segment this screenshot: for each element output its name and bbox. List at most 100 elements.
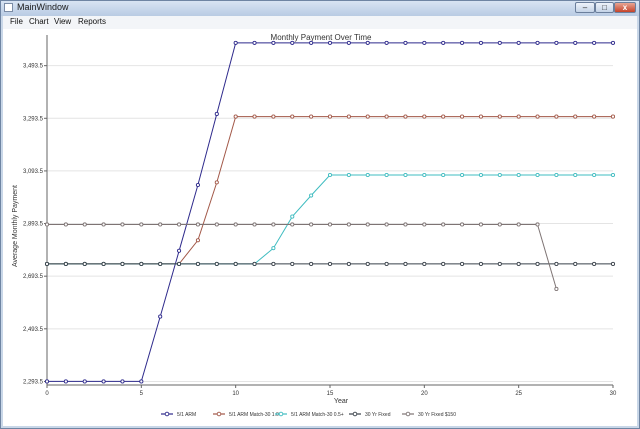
data-point [403,222,408,227]
x-tick-label: 10 [232,391,239,397]
data-point [309,222,314,227]
x-tick-label: 15 [327,391,334,397]
app-icon [4,3,13,12]
data-point [535,222,540,227]
data-point [365,222,370,227]
data-point [44,222,50,227]
legend-label: 5/1 ARM [177,412,196,418]
data-point [271,261,276,266]
data-point [327,40,333,45]
data-point [63,261,68,266]
axes: 2,293.5 2,493.5 2,693.5 2,893.5 3,093.5 3,293… [23,35,617,397]
data-point [346,222,351,227]
series-line [47,116,613,265]
data-point [478,114,483,119]
y-tick-label: 3,293.5 [23,116,44,122]
data-point [460,114,465,119]
data-point [327,261,333,266]
legend: 5/1 ARM 5/1 ARM Match-30 1.0+ 5/1 ARM Matc… [161,411,456,418]
data-point [309,193,314,198]
data-point [497,172,502,178]
data-point [290,114,295,119]
menu-view[interactable]: View [54,17,71,26]
x-tick-label: 0 [45,391,49,397]
title-bar[interactable]: MainWindow – □ x [1,1,639,16]
data-point [535,261,540,266]
data-point [516,114,521,119]
data-point [309,40,314,45]
legend-marker [352,411,358,417]
data-point [346,172,351,178]
data-point [271,114,276,119]
legend-label: 30 Yr Fixed $150 [418,412,456,418]
data-point [441,261,446,266]
window-title: MainWindow [17,2,69,12]
data-point [271,246,276,251]
data-point [346,261,351,266]
y-tick-label: 2,493.5 [23,327,44,333]
chart-area: 2,293.5 2,493.5 2,693.5 2,893.5 3,093.5 3,293… [3,29,637,426]
data-point [610,261,616,266]
data-point [554,286,559,291]
data-point [195,222,200,227]
data-point [384,114,389,119]
data-point [554,172,559,178]
data-point [365,40,370,45]
data-point [384,222,389,227]
data-point [101,379,106,384]
series-0 [44,40,616,384]
data-point [82,379,87,384]
series-line [47,42,613,382]
data-point [327,222,333,227]
menu-chart[interactable]: Chart [29,17,49,26]
data-point [478,222,483,227]
data-point [573,40,578,45]
legend-label: 5/1 ARM Match-30 0.5+ [291,412,344,418]
data-point [535,172,540,178]
data-point [63,379,68,384]
legend-label: 5/1 ARM Match-30 1.0+ [229,412,282,418]
data-point [516,172,521,178]
data-point [271,222,276,227]
y-tick-label: 2,893.5 [23,222,44,228]
series-1 [44,114,616,266]
data-point [610,40,616,45]
data-point [233,222,238,227]
data-point [403,114,408,119]
legend-item: 5/1 ARM [161,411,196,418]
data-point [214,180,219,185]
data-point [120,261,125,266]
chart-title: Monthly Payment Over Time [271,33,372,42]
legend-marker [164,411,170,417]
data-point [82,222,87,227]
data-point [346,40,351,45]
menu-file[interactable]: File [10,17,23,26]
data-point [158,222,163,227]
data-point [422,114,427,119]
data-point [139,379,144,384]
data-point [497,222,502,227]
minimize-button[interactable]: – [575,2,595,13]
legend-item: 5/1 ARM Match-30 0.5+ [275,411,344,418]
y-tick-label: 2,293.5 [23,379,44,385]
legend-label: 30 Yr Fixed [365,412,391,418]
close-button[interactable]: x [614,2,636,13]
menu-reports[interactable]: Reports [78,17,106,26]
data-point [214,111,219,116]
series-2 [44,172,616,266]
data-point [403,40,408,45]
legend-marker [216,411,222,417]
maximize-button[interactable]: □ [595,2,614,13]
data-point [252,114,257,119]
data-point [101,222,106,227]
data-point [478,261,483,266]
data-point [44,261,50,266]
x-axis-label: Year [334,398,349,405]
data-point [384,261,389,266]
data-point [365,261,370,266]
data-point [592,40,597,45]
data-point [120,222,125,227]
data-point [233,261,238,266]
legend-item: 30 Yr Fixed [349,411,391,418]
data-point [327,172,333,178]
